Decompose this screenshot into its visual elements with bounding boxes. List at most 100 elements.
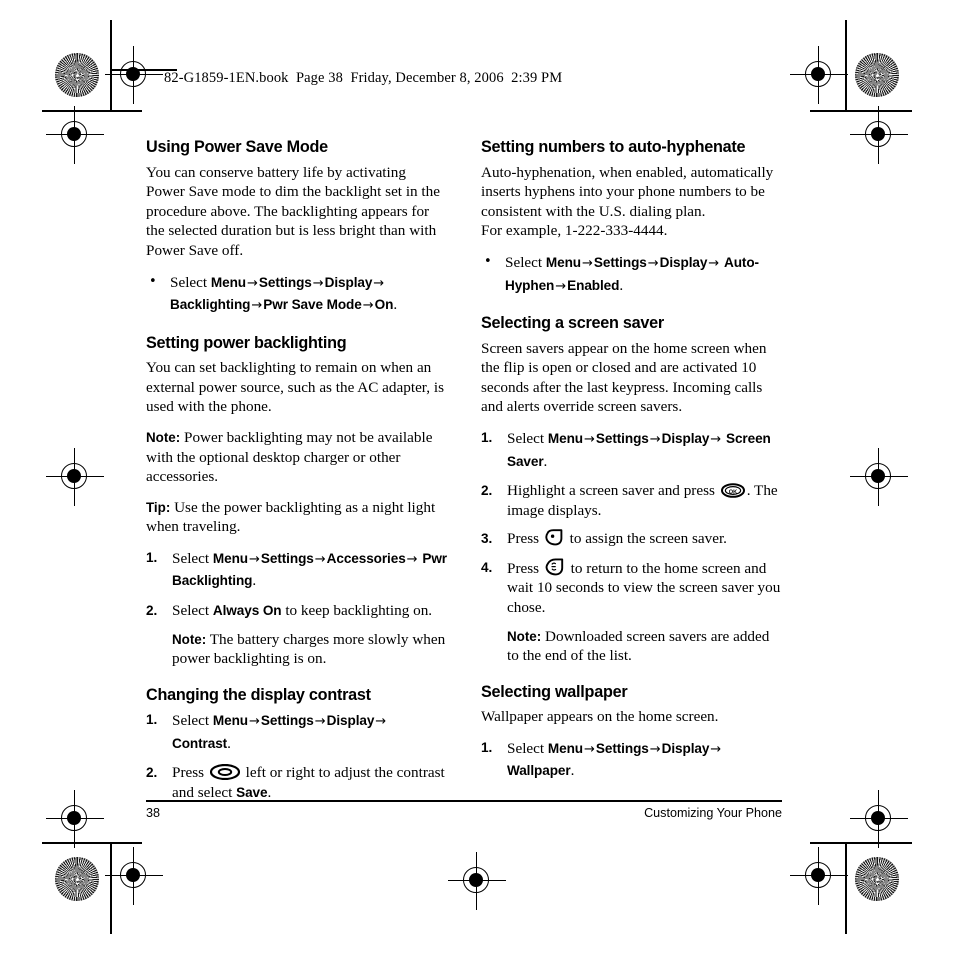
tail-text: . <box>267 783 272 801</box>
step-marker: 1. <box>146 549 158 565</box>
arrow-icon: → <box>314 714 326 730</box>
footer-chapter-title: Customizing Your Phone <box>644 806 782 820</box>
step-text: Select Menu→Settings→Accessories→ Pwr Ba… <box>172 548 447 592</box>
arrow-icon: → <box>249 714 260 730</box>
registration-crosshair-bottom-right <box>790 847 848 905</box>
menu-path-item: Display <box>324 274 373 290</box>
step-marker: 3. <box>481 531 493 547</box>
lead-text: Select <box>170 273 211 291</box>
lead-text: Select <box>505 254 546 271</box>
menu-path-item: On <box>374 297 394 313</box>
arrow-icon: → <box>373 275 385 291</box>
arrow-icon: → <box>406 551 418 567</box>
ok-key-icon: OK <box>720 483 745 498</box>
lead-text: Select <box>172 712 213 730</box>
registration-crosshair-top-right <box>790 46 848 104</box>
right-column: Setting numbers to auto-hyphenate Auto-h… <box>481 138 782 812</box>
note-label: Note: <box>146 430 181 445</box>
registration-crosshair-left-bottom <box>46 790 104 848</box>
left-column: Using Power Save Mode You can conserve b… <box>146 138 447 812</box>
heading-using-power-save-mode: Using Power Save Mode <box>146 138 328 156</box>
step-1-wallpaper-path: 1. Select Menu→Settings→Display→ Wallpap… <box>481 738 782 782</box>
printed-page: 82-G1859-1EN.book Page 38 Friday, Decemb… <box>0 0 954 954</box>
menu-path-item: Accessories <box>326 550 406 566</box>
registration-star-top-right <box>855 53 899 97</box>
select-softkey-icon <box>545 529 564 546</box>
menu-path-item: Display <box>659 255 708 270</box>
tail-text: . <box>227 734 231 752</box>
arrow-icon: → <box>582 256 593 271</box>
arrow-icon: → <box>375 714 387 730</box>
menu-path-item: Settings <box>593 255 647 270</box>
registration-crosshair-right-lower <box>850 448 908 506</box>
footer-rule <box>146 800 782 802</box>
step-text: Select Menu→Settings→Display→ Contrast. <box>172 710 447 754</box>
registration-star-bottom-right <box>855 857 899 901</box>
menu-path-item: Settings <box>595 740 649 756</box>
note-text: Power backlighting may not be available … <box>146 429 433 486</box>
lead-text: Press <box>172 764 208 782</box>
step-text: Select Always On to keep backlighting on… <box>172 601 447 621</box>
heading-changing-display-contrast: Changing the display contrast <box>146 685 371 704</box>
bullet-text: Select Menu→Settings→Display→ Backlighti… <box>170 272 447 317</box>
menu-path-item: Display <box>661 740 710 756</box>
navigation-key-icon <box>209 764 240 781</box>
note-power-backlighting: Note: Power backlighting may not be avai… <box>146 428 447 487</box>
bullet-power-save-path: • Select Menu→Settings→Display→ Backligh… <box>146 272 447 317</box>
step-1-screen-saver-path: 1. Select Menu→Settings→Display→ Screen … <box>481 428 782 472</box>
menu-path-item: Display <box>326 713 375 729</box>
heading-selecting-screen-saver: Selecting a screen saver <box>481 314 664 332</box>
tail-text: . <box>570 762 575 780</box>
arrow-icon: → <box>710 741 722 757</box>
registration-crosshair-bottom-left <box>105 847 163 905</box>
menu-path-item: Menu <box>210 274 246 290</box>
step-marker: 1. <box>481 739 493 755</box>
arrow-icon: → <box>555 278 567 294</box>
note-label: Note: <box>172 631 207 647</box>
arrow-icon: → <box>362 298 374 314</box>
arrow-icon: → <box>584 432 595 447</box>
step-text: Select Menu→Settings→Display→ Wallpaper. <box>507 738 782 782</box>
registration-crosshair-right-middle <box>850 106 908 164</box>
registration-crosshair-top-left <box>105 46 163 104</box>
footer-page-number: 38 <box>146 806 161 820</box>
end-call-key-icon <box>545 558 565 576</box>
step-marker: 2. <box>146 765 158 781</box>
step-2-highlight-and-press-ok: 2. Highlight a screen saver and press OK… <box>481 481 782 520</box>
tail-text: to assign the screen saver. <box>565 530 727 548</box>
step-text: Highlight a screen saver and press OK. T… <box>507 481 782 520</box>
note-text: Downloaded screen savers are added to th… <box>507 627 770 665</box>
menu-path-item: Backlighting <box>170 297 251 313</box>
tip-label: Tip: <box>146 499 171 515</box>
registration-crosshair-left-middle <box>46 106 104 164</box>
menu-path-item: Wallpaper <box>507 763 571 779</box>
note-label: Note: <box>507 628 542 644</box>
menu-path-item: Always On <box>212 602 282 618</box>
lead-text: Highlight a screen saver and press <box>507 482 719 499</box>
step-text: Press to return to the home screen and w… <box>507 558 782 618</box>
bullet-text: Select Menu→Settings→Display→ Auto-Hyphe… <box>505 252 782 297</box>
note-downloaded-screen-savers: Note: Downloaded screen savers are added… <box>507 627 782 666</box>
tail-text: . <box>252 572 257 590</box>
arrow-icon: → <box>251 298 263 314</box>
tip-text: Use the power backlighting as a night li… <box>146 498 436 536</box>
step-marker: 2. <box>146 602 158 618</box>
file-header-line: 82-G1859-1EN.book Page 38 Friday, Decemb… <box>164 70 563 86</box>
svg-text:OK: OK <box>729 489 737 495</box>
paragraph-power-backlighting: You can set backlighting to remain on wh… <box>146 359 444 416</box>
arrow-icon: → <box>312 275 324 291</box>
paragraph-screen-savers: Screen savers appear on the home screen … <box>481 339 767 416</box>
step-marker: 1. <box>481 430 493 445</box>
heading-selecting-wallpaper: Selecting wallpaper <box>481 682 628 701</box>
paragraph-auto-hyphenation: Auto-hyphenation, when enabled, automati… <box>481 163 774 220</box>
arrow-icon: → <box>649 432 661 447</box>
paragraph-wallpaper: Wallpaper appears on the home screen. <box>481 708 719 726</box>
step-marker: 1. <box>146 712 158 728</box>
step-3-press-select-key: 3. Press to assign the screen saver. <box>481 529 782 549</box>
registration-star-top-left <box>55 53 99 97</box>
lead-text: Press <box>507 530 543 548</box>
tail-text: to keep backlighting on. <box>281 601 433 619</box>
note-battery-charges: Note: The battery charges more slowly wh… <box>172 630 447 669</box>
heading-setting-numbers-auto-hyphenate: Setting numbers to auto-hyphenate <box>481 138 746 156</box>
menu-path-item: Settings <box>595 431 649 446</box>
